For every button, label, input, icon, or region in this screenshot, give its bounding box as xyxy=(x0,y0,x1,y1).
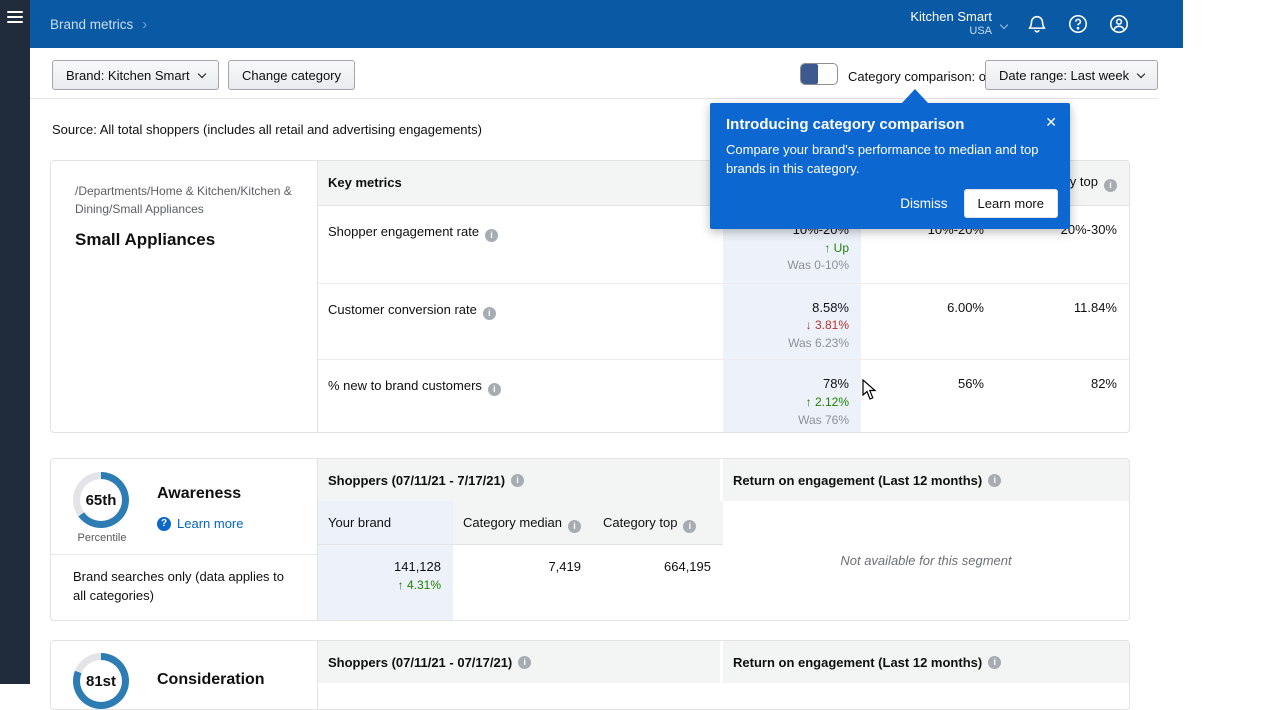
change-value: ↑ Up xyxy=(723,240,849,257)
brand-select-button[interactable]: Brand: Kitchen Smart xyxy=(52,60,219,90)
category-path: /Departments/Home & Kitchen/Kitchen & Di… xyxy=(75,182,293,218)
top-navigation-bar: Brand metrics › Kitchen Smart USA xyxy=(30,0,1183,48)
chevron-down-icon xyxy=(1137,70,1145,78)
your-brand-cell: 78% ↑ 2.12% Was 76% xyxy=(723,360,861,432)
column-header-category-top: Category top xyxy=(593,501,723,544)
chevron-down-icon xyxy=(197,70,205,78)
info-icon[interactable] xyxy=(488,383,501,396)
percentile-value: 65th xyxy=(80,479,122,521)
category-comparison-toggle[interactable] xyxy=(800,63,838,85)
change-category-button[interactable]: Change category xyxy=(228,60,355,90)
account-icon[interactable] xyxy=(1108,13,1130,35)
table-row: % new to brand customers 78% ↑ 2.12% Was… xyxy=(318,360,1129,432)
shoppers-header: Shoppers (07/11/21 - 07/17/21) xyxy=(318,641,720,683)
account-name: Kitchen Smart xyxy=(910,9,992,25)
help-icon[interactable] xyxy=(1067,13,1089,35)
awareness-card: 65th Percentile Awareness Learn more Bra… xyxy=(50,458,1130,621)
info-icon[interactable] xyxy=(511,474,524,487)
your-brand-cell: 8.58% ↓ 3.81% Was 6.23% xyxy=(723,284,861,360)
metric-label: Shopper engagement rate xyxy=(318,206,723,283)
segment-note: Brand searches only (data applies to all… xyxy=(51,554,317,619)
percentile-gauge: 81st xyxy=(73,653,129,709)
roe-panel: Not available for this segment xyxy=(723,501,1129,620)
your-brand-cell: 141,128 ↑ 4.31% xyxy=(318,545,453,620)
chevron-down-icon xyxy=(1000,21,1008,29)
info-icon[interactable] xyxy=(483,307,496,320)
previous-value: Was 76% xyxy=(723,412,849,429)
column-header-category-median: Category median xyxy=(453,501,593,544)
roe-header: Return on engagement (Last 12 months) xyxy=(723,459,1129,501)
previous-value: Was 0-10% xyxy=(723,257,849,274)
category-panel: /Departments/Home & Kitchen/Kitchen & Di… xyxy=(51,161,318,432)
info-icon[interactable] xyxy=(1104,179,1117,192)
change-value: ↑ 4.31% xyxy=(318,577,441,594)
section-header-band: Shoppers (07/11/21 - 07/17/21) Return on… xyxy=(318,641,1129,683)
category-top-cell: 664,195 xyxy=(593,545,723,620)
awareness-panel: 65th Percentile Awareness Learn more Bra… xyxy=(51,459,318,620)
change-value: ↑ 2.12% xyxy=(723,394,849,411)
percentile-label: Percentile xyxy=(73,532,131,544)
dismiss-button[interactable]: Dismiss xyxy=(900,196,947,211)
category-median-cell: 6.00% xyxy=(861,284,996,360)
popup-body: Compare your brand's performance to medi… xyxy=(726,141,1046,179)
question-icon xyxy=(157,517,171,531)
breadcrumb-label: Brand metrics xyxy=(50,17,133,32)
not-available-note: Not available for this segment xyxy=(840,553,1011,568)
section-title: Awareness xyxy=(157,485,243,503)
key-metrics-title: Key metrics xyxy=(318,175,723,190)
date-range-button[interactable]: Date range: Last week xyxy=(985,60,1158,90)
column-header-your-brand: Your brand xyxy=(318,501,453,544)
chevron-right-icon: › xyxy=(142,16,147,33)
account-switcher[interactable]: Kitchen Smart USA xyxy=(910,9,1007,39)
percentile-gauge: 65th xyxy=(73,472,129,528)
category-comparison-label: Category comparison: on xyxy=(848,69,993,84)
section-header-band: Shoppers (07/11/21 - 7/17/21) Return on … xyxy=(318,459,1129,501)
popup-arrow xyxy=(902,89,928,103)
category-top-cell: 11.84% xyxy=(996,284,1129,360)
column-header-row: Your brand Category median Category top xyxy=(318,501,723,545)
bell-icon[interactable] xyxy=(1026,13,1048,35)
left-nav-rail xyxy=(0,0,30,684)
popup-title: Introducing category comparison xyxy=(726,116,1054,133)
roe-header: Return on engagement (Last 12 months) xyxy=(723,641,1129,683)
consideration-panel: 81st Consideration xyxy=(51,641,318,709)
table-row: Customer conversion rate 8.58% ↓ 3.81% W… xyxy=(318,284,1129,361)
info-icon[interactable] xyxy=(988,474,1001,487)
info-icon[interactable] xyxy=(683,520,696,533)
filters-toolbar: Brand: Kitchen Smart Change category Cat… xyxy=(30,48,1158,99)
toggle-knob xyxy=(801,64,818,84)
change-value: ↓ 3.81% xyxy=(723,317,849,334)
percentile-value: 81st xyxy=(80,660,122,702)
metric-label: Customer conversion rate xyxy=(318,284,723,360)
learn-more-link[interactable]: Learn more xyxy=(157,516,243,531)
learn-more-button[interactable]: Learn more xyxy=(964,189,1058,218)
info-icon[interactable] xyxy=(568,520,581,533)
metric-label: % new to brand customers xyxy=(318,360,723,432)
breadcrumb[interactable]: Brand metrics › xyxy=(50,0,147,48)
info-icon[interactable] xyxy=(988,656,1001,669)
data-row: 141,128 ↑ 4.31% 7,419 664,195 xyxy=(318,545,723,620)
info-icon[interactable] xyxy=(485,229,498,242)
close-icon[interactable]: ✕ xyxy=(1045,114,1057,131)
section-title: Consideration xyxy=(157,671,265,689)
source-line: Source: All total shoppers (includes all… xyxy=(52,122,482,137)
category-median-cell: 7,419 xyxy=(453,545,593,620)
category-median-cell: 56% xyxy=(861,360,996,432)
category-name: Small Appliances xyxy=(75,230,293,250)
category-comparison-popup: Introducing category comparison ✕ Compar… xyxy=(710,103,1070,229)
hamburger-menu-icon[interactable] xyxy=(7,11,23,24)
account-region: USA xyxy=(910,25,992,39)
info-icon[interactable] xyxy=(518,656,531,669)
consideration-card: 81st Consideration Shoppers (07/11/21 - … xyxy=(50,640,1130,710)
previous-value: Was 6.23% xyxy=(723,335,849,352)
category-top-cell: 82% xyxy=(996,360,1129,432)
shoppers-header: Shoppers (07/11/21 - 7/17/21) xyxy=(318,459,720,501)
